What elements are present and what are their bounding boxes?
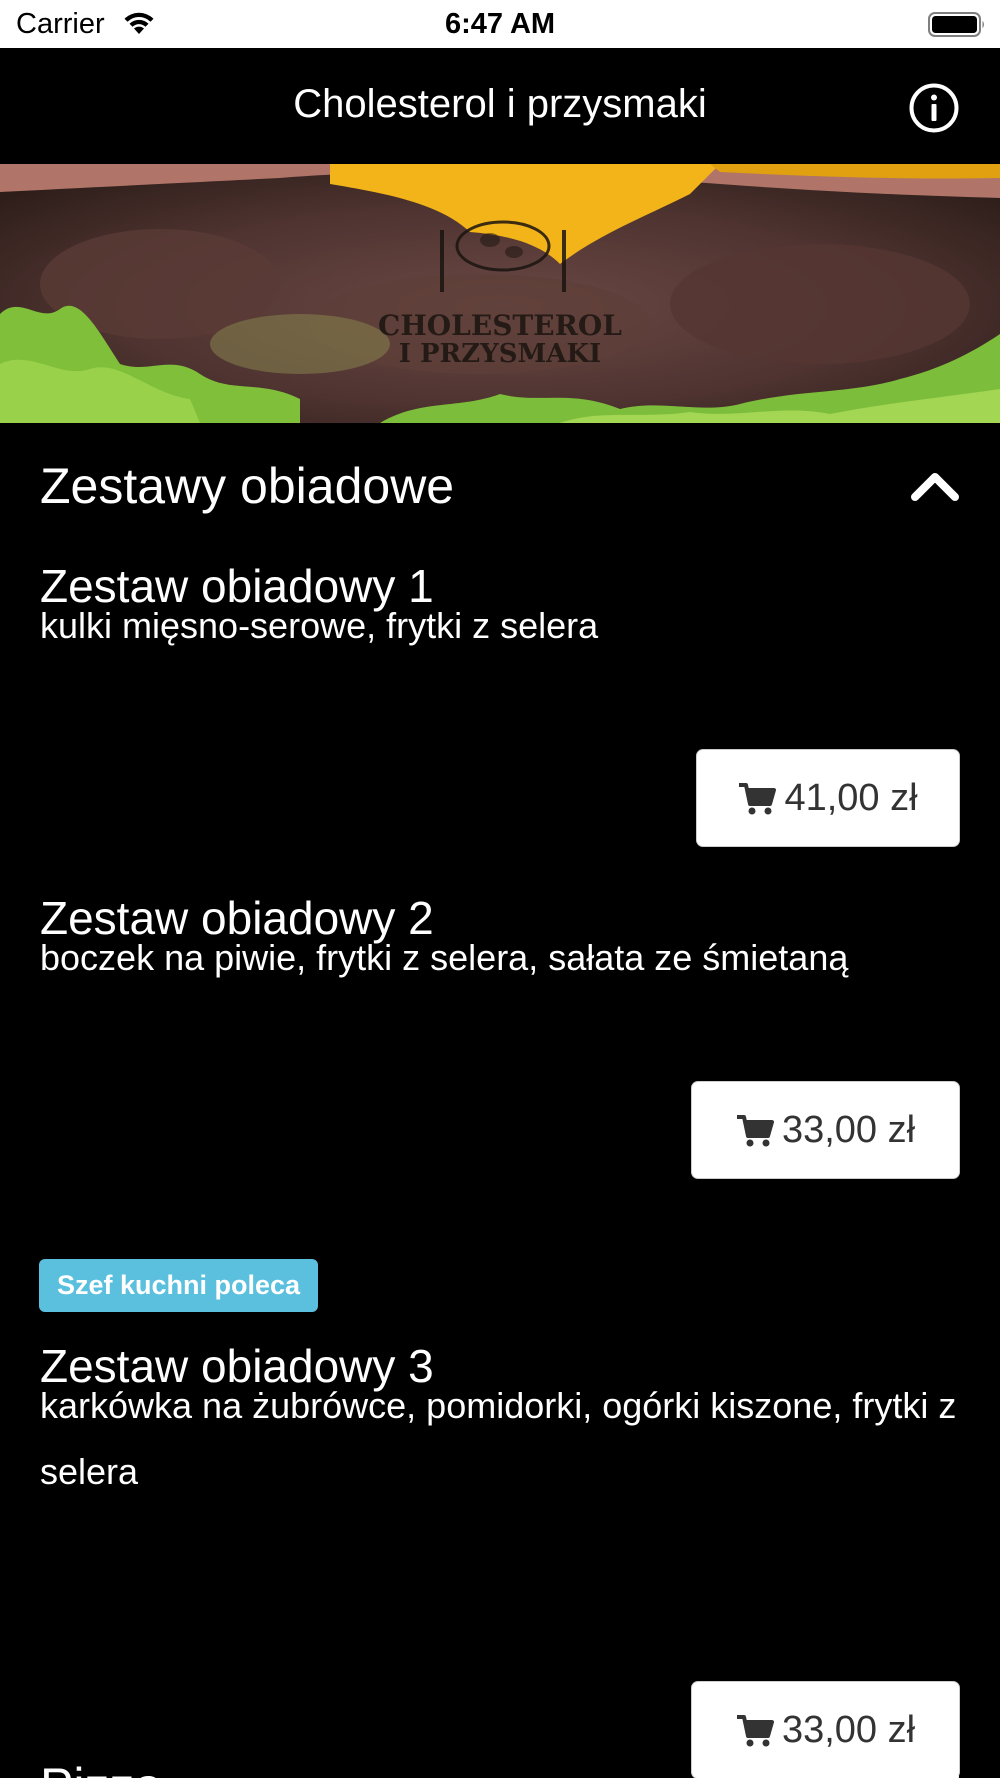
menu-item: Zestaw obiadowy 1 kulki mięsno-serowe, f… xyxy=(0,553,1000,853)
price-label: 33,00 zł xyxy=(781,1108,916,1151)
section-header-pizza[interactable]: Pizza xyxy=(0,1723,1000,1778)
navigation-bar: Cholesterol i przysmaki xyxy=(0,48,1000,164)
chevron-up-icon xyxy=(911,473,959,501)
menu-item: Zestaw obiadowy 2 boczek na piwie, frytk… xyxy=(0,885,1000,1185)
logo-text-line1: CHOLESTEROL xyxy=(378,309,622,342)
menu-item: Szef kuchni poleca Zestaw obiadowy 3 kar… xyxy=(0,1259,1000,1778)
item-description: boczek na piwie, frytki z selera, sałata… xyxy=(40,937,849,978)
battery-icon xyxy=(928,12,984,37)
info-circle-icon[interactable] xyxy=(908,82,960,134)
page-title: Cholesterol i przysmaki xyxy=(293,82,707,126)
shopping-cart-icon xyxy=(736,1115,774,1147)
burger-photo: CHOLESTEROL I PRZYSMAKI xyxy=(0,164,1000,423)
chevron-down-icon xyxy=(911,1773,959,1778)
clock: 6:47 AM xyxy=(444,8,556,40)
shopping-cart-icon xyxy=(739,783,777,815)
section-title: Zestawy obiadowe xyxy=(40,458,455,514)
section-header-zestawy-obiadowe[interactable]: Zestawy obiadowe xyxy=(0,423,1000,553)
add-to-cart-button[interactable]: 41,00 zł xyxy=(696,749,960,847)
hero-banner-image: CHOLESTEROL I PRZYSMAKI xyxy=(0,164,1000,423)
chef-recommends-badge: Szef kuchni poleca xyxy=(39,1259,319,1312)
logo-text-line2: I PRZYSMAKI xyxy=(399,339,601,369)
item-description: karkówka na żubrówce, pomidorki, ogórki … xyxy=(40,1385,957,1492)
add-to-cart-button[interactable]: 33,00 zł xyxy=(691,1081,960,1179)
price-label: 41,00 zł xyxy=(784,776,918,819)
status-bar: Carrier 6:47 AM xyxy=(0,0,1000,48)
item-description: kulki mięsno-serowe, frytki z selera xyxy=(40,605,599,646)
section-title: Pizza xyxy=(40,1757,162,1778)
